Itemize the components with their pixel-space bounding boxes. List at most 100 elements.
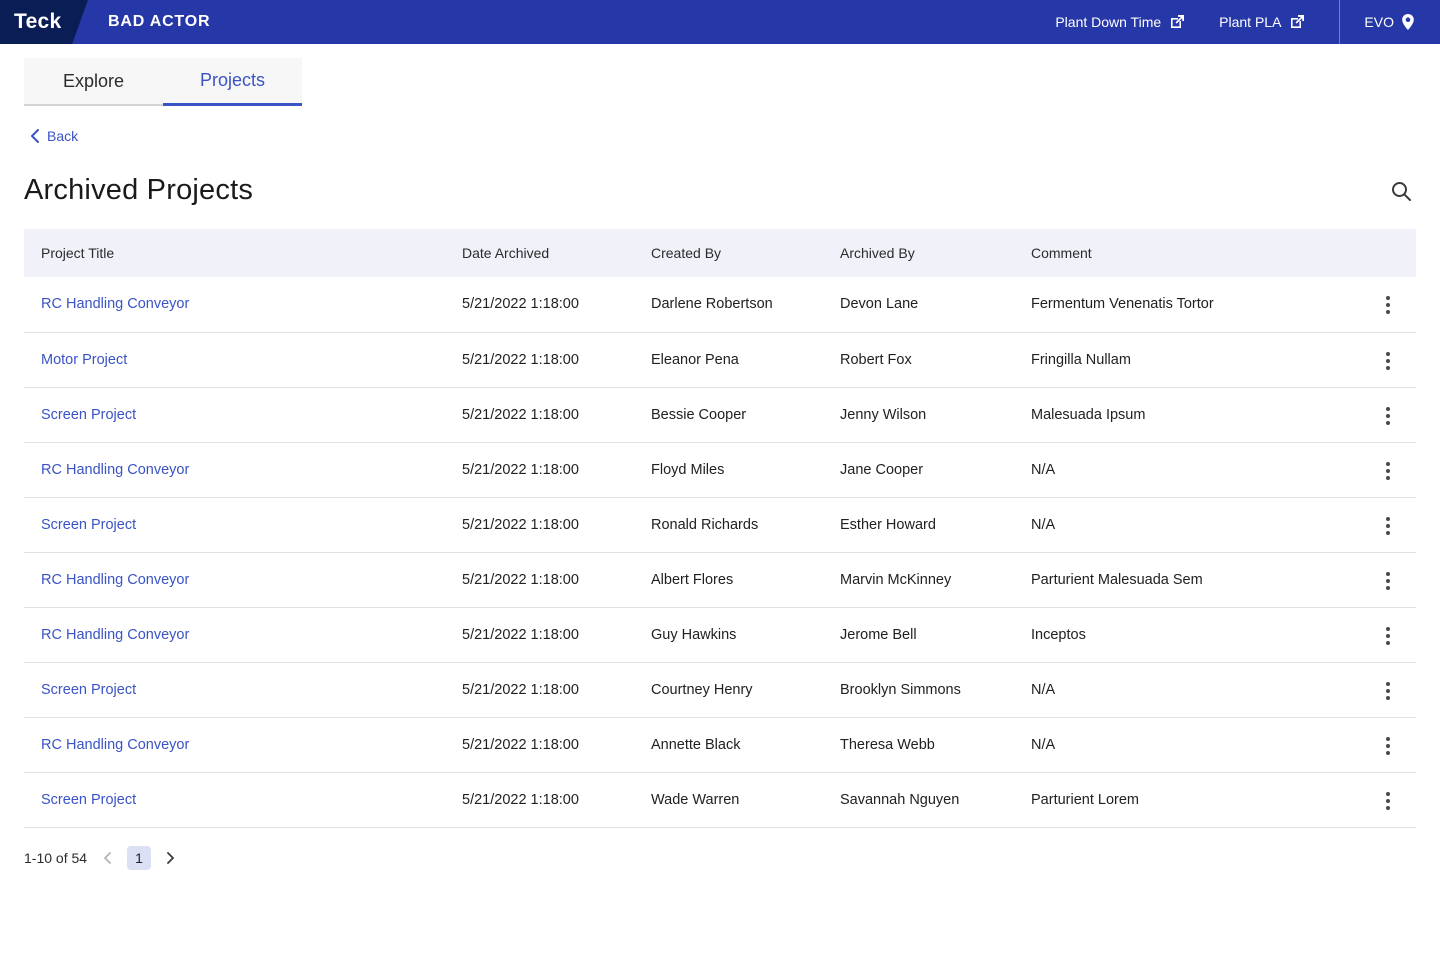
location-pin-icon: [1402, 14, 1414, 30]
archived-by-cell: Savannah Nguyen: [840, 791, 960, 808]
plant-pla-link[interactable]: Plant PLA: [1219, 14, 1305, 30]
date-archived-cell: 5/21/2022 1:18:00: [462, 736, 579, 753]
project-title-link[interactable]: Screen Project: [41, 682, 136, 698]
chevron-left-icon: [104, 851, 111, 864]
project-title-link[interactable]: RC Handling Conveyor: [41, 462, 189, 478]
top-app-bar: Teck BAD ACTOR Plant Down Time Plant PLA…: [0, 0, 1440, 44]
table-row: RC Handling Conveyor 5/21/2022 1:18:00 D…: [24, 277, 1416, 332]
back-label: Back: [47, 128, 79, 144]
table-row: Motor Project 5/21/2022 1:18:00 Eleanor …: [24, 332, 1416, 387]
comment-cell: Fermentum Venenatis Tortor: [1031, 296, 1214, 313]
table-row: Screen Project 5/21/2022 1:18:00 Courtne…: [24, 662, 1416, 717]
pagination-prev-button[interactable]: [101, 850, 113, 866]
back-button[interactable]: Back: [30, 128, 78, 144]
chevron-right-icon: [167, 851, 174, 864]
column-header-created-by: Created By: [651, 245, 722, 261]
tab-explore-label: Explore: [62, 70, 125, 91]
app-title: BAD ACTOR: [108, 13, 211, 30]
project-title-link[interactable]: Screen Project: [41, 517, 136, 533]
kebab-menu-icon[interactable]: [1380, 676, 1396, 706]
kebab-menu-icon[interactable]: [1380, 456, 1396, 486]
kebab-menu-icon[interactable]: [1380, 731, 1396, 761]
comment-cell: Parturient Lorem: [1031, 791, 1139, 808]
external-link-icon: [1291, 15, 1305, 28]
table-row: RC Handling Conveyor 5/21/2022 1:18:00 A…: [24, 717, 1416, 772]
comment-cell: Parturient Malesuada Sem: [1031, 571, 1203, 588]
created-by-cell: Bessie Cooper: [651, 406, 747, 423]
archived-by-cell: Jenny Wilson: [840, 406, 927, 423]
page-title: Archived Projects: [24, 174, 254, 206]
table-row: Screen Project 5/21/2022 1:18:00 Ronald …: [24, 497, 1416, 552]
archived-by-cell: Theresa Webb: [840, 736, 935, 753]
archived-by-cell: Esther Howard: [840, 516, 936, 533]
column-header-actions: [1360, 229, 1416, 277]
tab-projects-label: Projects: [199, 70, 266, 90]
created-by-cell: Courtney Henry: [651, 681, 753, 698]
archived-by-cell: Jane Cooper: [840, 461, 924, 478]
table-row: RC Handling Conveyor 5/21/2022 1:18:00 F…: [24, 442, 1416, 497]
archived-by-cell: Brooklyn Simmons: [840, 681, 961, 698]
project-title-link[interactable]: Screen Project: [41, 407, 136, 423]
page-title-row: Archived Projects: [24, 174, 1416, 207]
date-archived-cell: 5/21/2022 1:18:00: [462, 626, 579, 643]
external-link-icon: [1171, 15, 1185, 28]
archived-by-cell: Jerome Bell: [840, 626, 917, 643]
date-archived-cell: 5/21/2022 1:18:00: [462, 571, 579, 588]
tab-explore[interactable]: Explore: [24, 58, 163, 106]
date-archived-cell: 5/21/2022 1:18:00: [462, 351, 579, 368]
search-button[interactable]: [1386, 176, 1416, 206]
table-row: RC Handling Conveyor 5/21/2022 1:18:00 A…: [24, 552, 1416, 607]
table-row: Screen Project 5/21/2022 1:18:00 Wade Wa…: [24, 772, 1416, 827]
created-by-cell: Eleanor Pena: [651, 351, 739, 368]
date-archived-cell: 5/21/2022 1:18:00: [462, 681, 579, 698]
kebab-menu-icon[interactable]: [1380, 346, 1396, 376]
plant-down-time-link[interactable]: Plant Down Time: [1055, 14, 1185, 30]
comment-cell: N/A: [1031, 736, 1056, 753]
kebab-menu-icon[interactable]: [1380, 566, 1396, 596]
tab-projects[interactable]: Projects: [163, 58, 302, 106]
pagination-next-button[interactable]: [165, 850, 177, 866]
tab-bar: Explore Projects: [24, 58, 1440, 106]
date-archived-cell: 5/21/2022 1:18:00: [462, 296, 579, 313]
kebab-menu-icon[interactable]: [1380, 290, 1396, 320]
comment-cell: N/A: [1031, 681, 1056, 698]
plant-down-time-label: Plant Down Time: [1055, 14, 1162, 30]
evo-label: EVO: [1364, 14, 1394, 30]
kebab-menu-icon[interactable]: [1380, 786, 1396, 816]
table-header-row: Project Title Date Archived Created By A…: [24, 229, 1416, 277]
comment-cell: Malesuada Ipsum: [1031, 406, 1146, 423]
project-title-link[interactable]: RC Handling Conveyor: [41, 572, 189, 588]
column-header-project-title: Project Title: [41, 245, 115, 261]
pagination: 1-10 of 54 1: [24, 845, 1440, 870]
back-chevron-icon: [31, 129, 39, 143]
project-title-link[interactable]: RC Handling Conveyor: [41, 627, 189, 643]
created-by-cell: Ronald Richards: [651, 516, 759, 533]
kebab-menu-icon[interactable]: [1380, 401, 1396, 431]
topbar-right-group: Plant Down Time Plant PLA EVO: [1055, 0, 1440, 44]
project-title-link[interactable]: RC Handling Conveyor: [41, 737, 189, 753]
table-row: RC Handling Conveyor 5/21/2022 1:18:00 G…: [24, 607, 1416, 662]
created-by-cell: Annette Black: [651, 736, 741, 753]
date-archived-cell: 5/21/2022 1:18:00: [462, 791, 579, 808]
created-by-cell: Wade Warren: [651, 791, 740, 808]
plant-pla-label: Plant PLA: [1219, 14, 1282, 30]
date-archived-cell: 5/21/2022 1:18:00: [462, 406, 579, 423]
pagination-page-1[interactable]: 1: [127, 845, 152, 870]
project-title-link[interactable]: Motor Project: [41, 352, 127, 368]
comment-cell: Inceptos: [1031, 626, 1086, 643]
archived-by-cell: Marvin McKinney: [840, 571, 952, 588]
kebab-menu-icon[interactable]: [1380, 511, 1396, 541]
created-by-cell: Guy Hawkins: [651, 626, 737, 643]
search-icon: [1392, 181, 1411, 201]
column-header-date-archived: Date Archived: [462, 245, 550, 261]
column-header-comment: Comment: [1031, 245, 1092, 261]
column-header-archived-by: Archived By: [840, 245, 915, 261]
comment-cell: N/A: [1031, 516, 1056, 533]
kebab-menu-icon[interactable]: [1380, 621, 1396, 651]
project-title-link[interactable]: RC Handling Conveyor: [41, 296, 189, 312]
project-title-link[interactable]: Screen Project: [41, 792, 136, 808]
date-archived-cell: 5/21/2022 1:18:00: [462, 461, 579, 478]
evo-link[interactable]: EVO: [1340, 13, 1440, 31]
pagination-range-label: 1-10 of 54: [24, 849, 88, 866]
teck-logo[interactable]: Teck: [0, 0, 88, 44]
